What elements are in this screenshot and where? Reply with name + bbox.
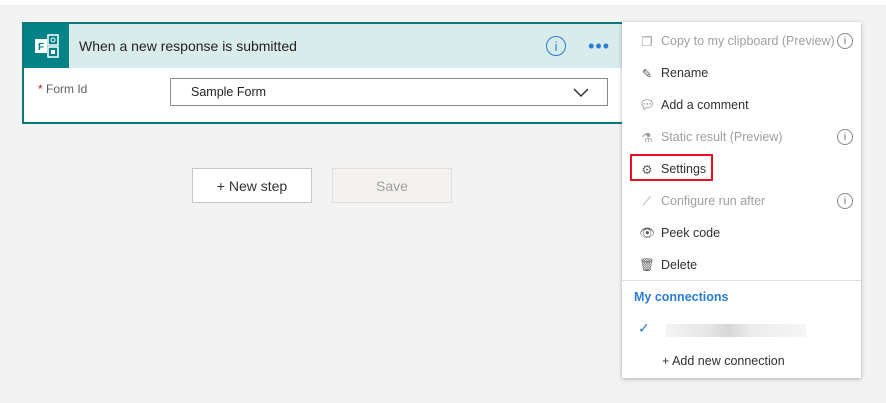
menu-divider [622,280,861,281]
pencil-icon: ✎ [641,66,653,81]
required-mark: * [38,82,43,96]
trigger-title[interactable]: When a new response is submitted [79,38,546,54]
menu-item-configure-run-after[interactable]: ⟋ Configure run after i [622,185,861,217]
add-new-connection-link[interactable]: + Add new connection [662,354,785,368]
more-options-icon[interactable]: ••• [588,37,610,55]
form-id-value: Sample Form [191,85,267,99]
menu-item-static-result[interactable]: ⚗ Static result (Preview) i [622,121,861,153]
eye-icon: 👁︎ [639,225,655,240]
info-icon[interactable]: i [837,33,853,49]
form-id-dropdown[interactable]: Sample Form [170,78,608,106]
flask-icon: ⚗ [641,130,653,145]
copy-icon: ❐ [641,34,653,49]
save-button[interactable]: Save [332,168,452,203]
forms-icon: F [24,24,69,68]
menu-item-add-comment[interactable]: 💬︎ Add a comment [622,89,861,121]
chevron-down-icon [573,88,589,98]
trigger-header[interactable]: F When a new response is submitted i ••• [24,24,624,68]
menu-item-delete[interactable]: 🗑︎ Delete [622,249,861,281]
menu-item-peek-code[interactable]: 👁︎ Peek code [622,217,861,249]
comment-icon: 💬︎ [639,97,655,112]
run-after-icon: ⟋ [642,193,652,208]
menu-item-label: Add a comment [661,98,749,112]
check-icon: ✓ [638,320,650,336]
info-icon[interactable]: i [837,129,853,145]
info-icon[interactable]: i [837,193,853,209]
settings-highlight-box [630,154,713,181]
menu-item-label: Static result (Preview) [661,130,783,144]
svg-text:F: F [38,42,44,53]
action-menu: ❐ Copy to my clipboard (Preview) i ✎ Rename… [622,22,861,378]
form-id-label-text: Form Id [46,82,88,96]
form-id-label: * Form Id [38,82,87,96]
trigger-card: F When a new response is submitted i •••… [22,22,626,124]
menu-item-label: Delete [661,258,698,272]
info-icon[interactable]: i [546,36,567,56]
menu-item-label: Peek code [661,226,721,240]
menu-item-label: Configure run after [661,194,766,208]
my-connections-header: My connections [634,290,729,304]
connection-item-redacted[interactable] [666,324,806,337]
menu-item-copy[interactable]: ❐ Copy to my clipboard (Preview) i [622,25,861,57]
menu-item-label: Rename [661,66,709,80]
menu-item-label: Copy to my clipboard (Preview) [661,34,835,48]
new-step-button[interactable]: + New step [192,168,312,203]
menu-item-rename[interactable]: ✎ Rename [622,57,861,89]
trash-icon: 🗑︎ [639,257,655,272]
top-band [0,0,886,5]
